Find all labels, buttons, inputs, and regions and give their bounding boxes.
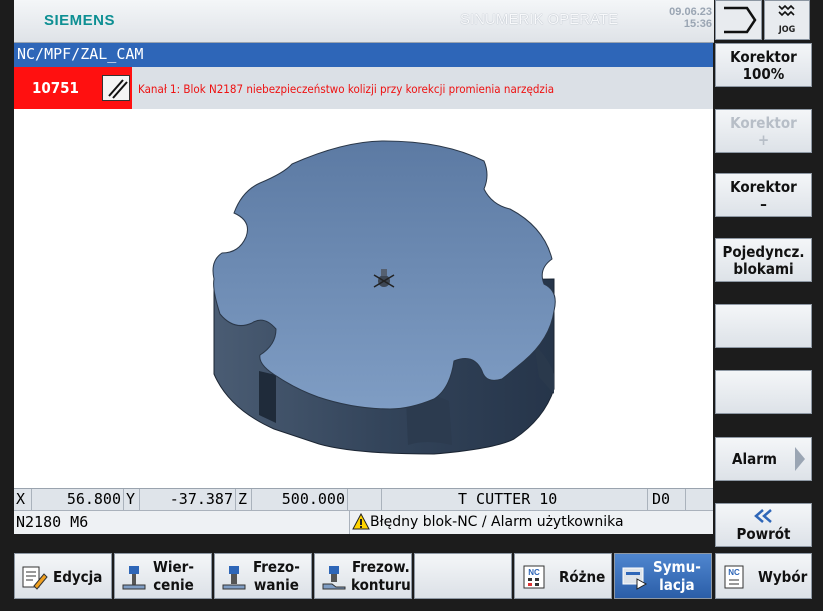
y-axis-value: -37.387 (140, 489, 236, 510)
spacer-cell (686, 489, 713, 510)
channel-switch-button[interactable] (715, 0, 762, 40)
back-label: Powrót (736, 525, 791, 543)
simulation-view[interactable] (14, 109, 713, 488)
override-plus-button[interactable]: Korektor + (715, 109, 812, 153)
workpiece-3d-render (212, 140, 556, 455)
chevron-right-icon (795, 447, 805, 471)
jog-mode-button[interactable]: JOG (764, 0, 810, 40)
program-path: NC/MPF/ZAL_CAM (17, 45, 144, 63)
warning-icon (352, 513, 370, 530)
double-chevron-left-icon (754, 509, 772, 523)
wiercenie-button[interactable]: Wier-cenie (114, 553, 212, 599)
back-button[interactable]: Powrót (715, 503, 812, 547)
single-block-label-2: blokami (733, 260, 794, 278)
tool-offset: D0 (648, 489, 686, 510)
wybor-label: Wybór (758, 568, 808, 586)
drill-icon (122, 566, 146, 590)
edycja-label: Edycja (53, 568, 103, 586)
edit-icon (22, 566, 48, 590)
single-block-button[interactable]: Pojedyncz. blokami (715, 238, 812, 282)
x-axis-value: 56.800 (32, 489, 124, 510)
alarm-button[interactable]: Alarm (715, 437, 812, 481)
single-block-label-1: Pojedyncz. (722, 243, 805, 261)
program-path-bar: NC/MPF/ZAL_CAM (14, 43, 713, 67)
jog-icon (778, 4, 795, 17)
app-title: SINUMERIK OPERATE (460, 11, 619, 28)
override-minus-button[interactable]: Korektor – (715, 173, 812, 217)
simulation-icon (622, 567, 648, 590)
empty-softkey[interactable] (715, 304, 812, 348)
empty-bottom-softkey[interactable] (414, 553, 512, 599)
rozne-label: Różne (559, 568, 606, 586)
nc-misc-icon: NC (523, 565, 545, 589)
edycja-button[interactable]: Edycja (14, 553, 112, 599)
wiercenie-label: Wier-cenie (153, 558, 194, 594)
rozne-button[interactable]: NC Różne (514, 553, 612, 599)
alarm-message: Kanał 1: Blok N2187 niebezpieczeństwo ko… (138, 82, 555, 96)
override-100-label-2: 100% (742, 65, 785, 83)
jog-label: JOG (778, 25, 796, 35)
alarm-acknowledge-icon[interactable] (102, 75, 130, 101)
svg-text:NC: NC (728, 568, 740, 577)
nc-icon-text: NC (528, 568, 540, 577)
frezowanie-button[interactable]: Frezo-wanie (214, 553, 312, 599)
alarm-number: 10751 (32, 79, 79, 97)
status-message-cell: Błędny blok-NC / Alarm użytkownika (350, 511, 713, 534)
override-100-button[interactable]: Korektor 100% (715, 43, 812, 87)
z-axis-value: 500.000 (252, 489, 348, 510)
override-minus-label-2: – (760, 195, 767, 213)
frezowanie-label: Frezo-wanie (253, 558, 300, 594)
nc-select-icon: NC (724, 565, 744, 589)
y-axis-label: Y (124, 489, 140, 510)
x-axis-label: X (14, 489, 32, 510)
empty-softkey[interactable] (715, 370, 812, 414)
alarm-number-box: 10751 (14, 67, 132, 109)
frezowanie-konturu-button[interactable]: Frezow. konturu (314, 553, 412, 599)
tool-name: T CUTTER 10 (382, 489, 648, 510)
current-block: N2180 M6 (14, 511, 350, 534)
frezowanie-konturu-label: Frezow. konturu (351, 558, 411, 594)
override-minus-label-1: Korektor (730, 178, 797, 196)
axis-position-row: X 56.800 Y -37.387 Z 500.000 T CUTTER 10… (14, 488, 713, 510)
alarm-row[interactable]: 10751 Kanał 1: Blok N2187 niebezpieczeńs… (14, 67, 713, 109)
z-axis-label: Z (236, 489, 252, 510)
spacer-cell (348, 489, 382, 510)
status-message: Błędny blok-NC / Alarm użytkownika (370, 514, 624, 530)
override-plus-label-2: + (757, 131, 770, 149)
date: 09.06.23 (669, 6, 712, 18)
symulacja-label: Symu-lacja (653, 558, 701, 594)
symulacja-button[interactable]: Symu-lacja (614, 553, 712, 599)
override-plus-label-1: Korektor (730, 114, 797, 132)
header-bar: SIEMENS SINUMERIK OPERATE 09.06.23 15:36 (14, 0, 714, 43)
channel-switch-icon (724, 6, 757, 34)
date-time: 09.06.23 15:36 (662, 6, 712, 30)
program-info-row: N2180 M6 Błędny blok-NC / Alarm użytkown… (14, 510, 713, 534)
override-100-label-1: Korektor (730, 48, 797, 66)
wybor-button[interactable]: NC Wybór (715, 553, 812, 599)
contour-milling-icon (322, 566, 346, 590)
time: 15:36 (683, 18, 712, 30)
milling-icon (222, 566, 246, 590)
brand-logo: SIEMENS (44, 12, 116, 29)
